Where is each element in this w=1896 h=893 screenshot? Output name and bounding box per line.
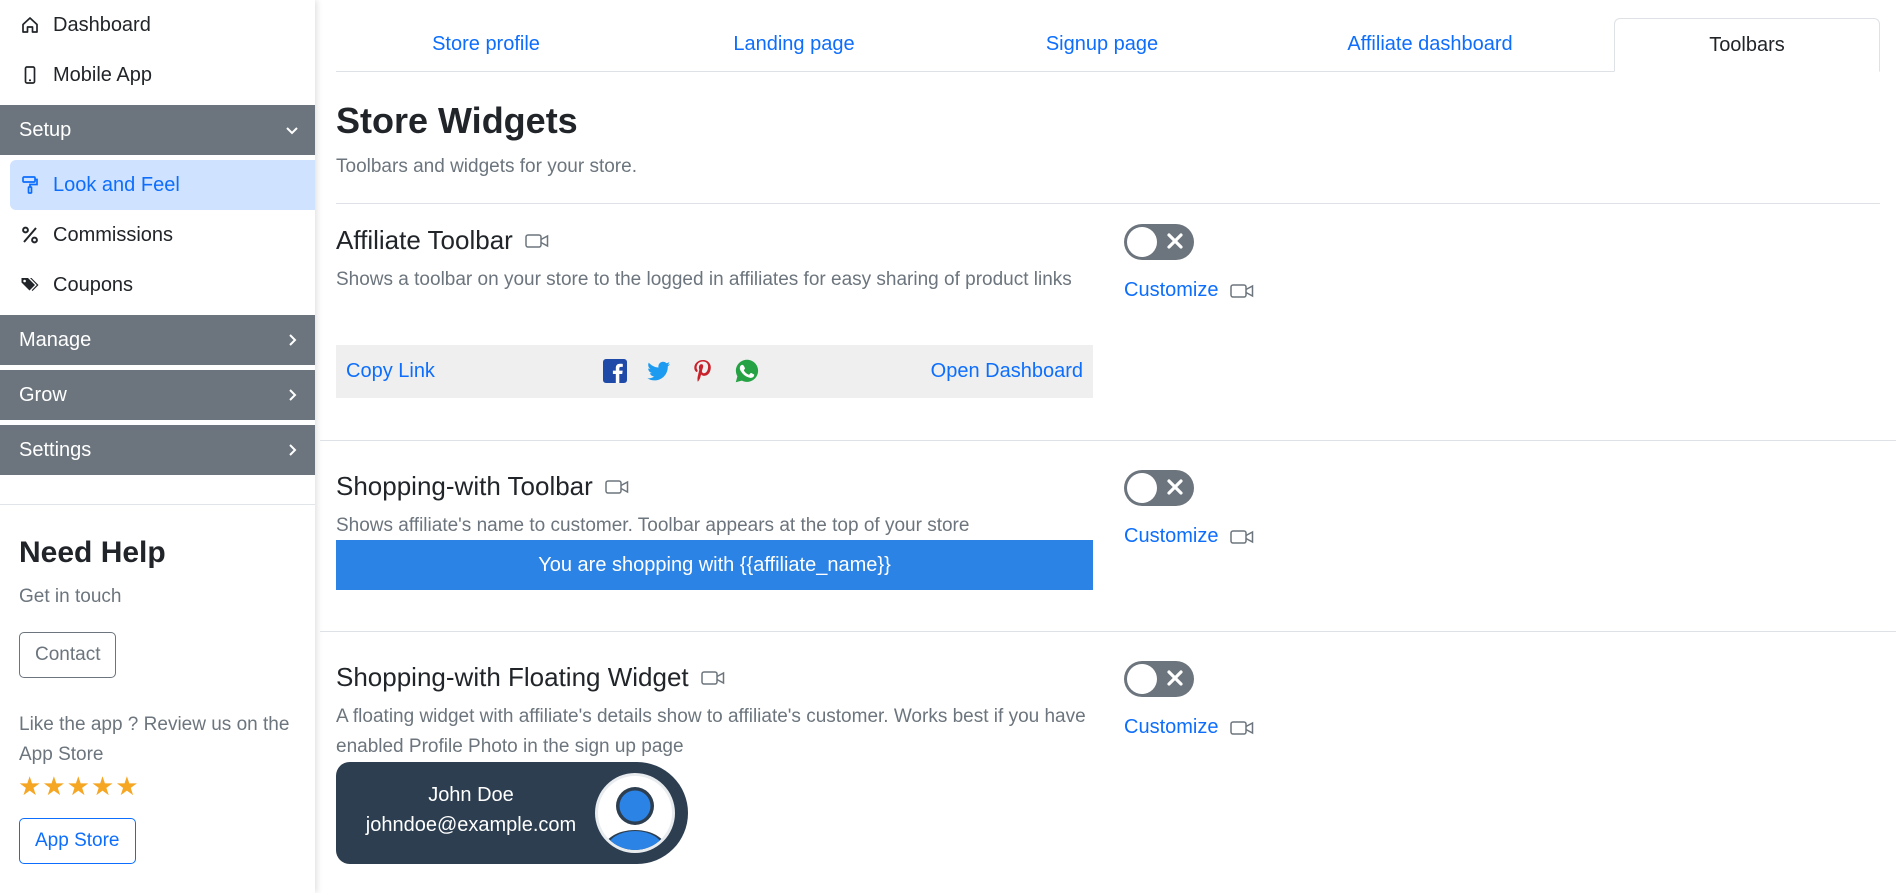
pinterest-icon[interactable]: [690, 358, 716, 384]
widget-description: A floating widget with affiliate's detai…: [336, 706, 1086, 757]
sidebar-section-manage[interactable]: Manage: [0, 315, 315, 365]
contact-button[interactable]: Contact: [19, 632, 117, 678]
sidebar-item-commissions[interactable]: Commissions: [0, 210, 315, 260]
sidebar-item-mobile-app[interactable]: Mobile App: [0, 50, 315, 100]
sidebar-item-label: Commissions: [53, 223, 174, 246]
widget-description: Shows a toolbar on your store to the log…: [336, 269, 1072, 290]
tab-store-profile[interactable]: Store profile: [336, 18, 636, 71]
tab-landing-page[interactable]: Landing page: [644, 18, 944, 71]
open-dashboard-link[interactable]: Open Dashboard: [931, 360, 1083, 383]
app-store-button[interactable]: App Store: [19, 818, 136, 864]
widget-divider: [320, 440, 1896, 441]
chevron-right-icon: [289, 444, 297, 456]
sidebar-section-setup[interactable]: Setup: [0, 105, 315, 155]
paint-roller-icon: [19, 174, 41, 196]
twitter-icon[interactable]: [646, 358, 672, 384]
video-camera-icon[interactable]: [1230, 720, 1254, 736]
video-camera-icon[interactable]: [605, 479, 629, 495]
sidebar: Dashboard Mobile App Setup Look and Feel…: [0, 0, 315, 893]
video-camera-icon[interactable]: [700, 670, 725, 686]
chevron-right-icon: [289, 389, 297, 401]
widget-divider: [320, 631, 1896, 632]
whatsapp-icon[interactable]: [734, 358, 760, 384]
shopping-with-toolbar-preview: You are shopping with {{affiliate_name}}: [336, 540, 1093, 590]
rating-stars: ★★★★★: [18, 771, 140, 801]
sidebar-item-label: Look and Feel: [53, 173, 180, 196]
header-divider: [336, 203, 1880, 204]
sidebar-item-look-and-feel[interactable]: Look and Feel: [10, 160, 315, 210]
floating-widget-preview: John Doe johndoe@example.com: [336, 762, 688, 864]
close-icon: [1167, 670, 1183, 686]
tab-signup-page[interactable]: Signup page: [952, 18, 1252, 71]
sidebar-item-label: Mobile App: [53, 63, 152, 86]
sidebar-item-label: Coupons: [53, 273, 134, 296]
floating-widget-toggle[interactable]: [1124, 661, 1194, 697]
customize-link[interactable]: Customize: [1124, 525, 1254, 548]
toggle-knob: [1127, 227, 1157, 257]
sidebar-item-coupons[interactable]: Coupons: [0, 260, 315, 310]
social-share-icons: [602, 358, 760, 384]
video-camera-icon[interactable]: [1230, 283, 1254, 299]
close-icon: [1167, 233, 1183, 249]
page-subtitle: Toolbars and widgets for your store.: [336, 156, 637, 177]
sidebar-item-label: Dashboard: [53, 13, 151, 36]
affiliate-toolbar-toggle[interactable]: [1124, 224, 1194, 260]
help-title: Need Help: [19, 536, 166, 569]
affiliate-email: johndoe@example.com: [365, 814, 577, 836]
tab-toolbars[interactable]: Toolbars: [1614, 18, 1880, 72]
affiliate-name: John Doe: [428, 784, 514, 806]
toggle-knob: [1127, 664, 1157, 694]
avatar: [595, 773, 675, 853]
sidebar-section-settings[interactable]: Settings: [0, 425, 315, 475]
sidebar-item-dashboard[interactable]: Dashboard: [0, 0, 315, 50]
tab-bar: Store profile Landing page Signup page A…: [336, 18, 1880, 72]
shopping-with-toolbar-toggle[interactable]: [1124, 470, 1194, 506]
chevron-down-icon: [286, 127, 298, 135]
copy-link-link[interactable]: Copy Link: [346, 360, 435, 383]
sidebar-divider: [0, 504, 315, 505]
widget-title-affiliate-toolbar: Affiliate Toolbar: [336, 225, 549, 256]
widget-description: Shows affiliate's name to customer. Tool…: [336, 515, 970, 536]
customize-link[interactable]: Customize: [1124, 716, 1254, 739]
page-title: Store Widgets: [336, 100, 578, 141]
review-text: Like the app ? Review us on the App Stor…: [19, 714, 290, 765]
tags-icon: [19, 274, 41, 296]
mobile-icon: [19, 64, 41, 86]
facebook-icon[interactable]: [602, 358, 628, 384]
home-icon: [19, 14, 41, 36]
sidebar-section-grow[interactable]: Grow: [0, 370, 315, 420]
widget-title-shopping-with-toolbar: Shopping-with Toolbar: [336, 471, 629, 502]
video-camera-icon[interactable]: [1230, 529, 1254, 545]
percent-icon: [19, 224, 41, 246]
widget-title-floating-widget: Shopping-with Floating Widget: [336, 662, 725, 693]
affiliate-toolbar-preview: Copy Link Open Dashboard: [336, 345, 1093, 398]
help-subtitle: Get in touch: [19, 586, 122, 607]
tab-affiliate-dashboard[interactable]: Affiliate dashboard: [1260, 18, 1600, 71]
chevron-right-icon: [289, 334, 297, 346]
toggle-knob: [1127, 473, 1157, 503]
close-icon: [1167, 479, 1183, 495]
video-camera-icon[interactable]: [525, 233, 549, 249]
customize-link[interactable]: Customize: [1124, 279, 1254, 302]
